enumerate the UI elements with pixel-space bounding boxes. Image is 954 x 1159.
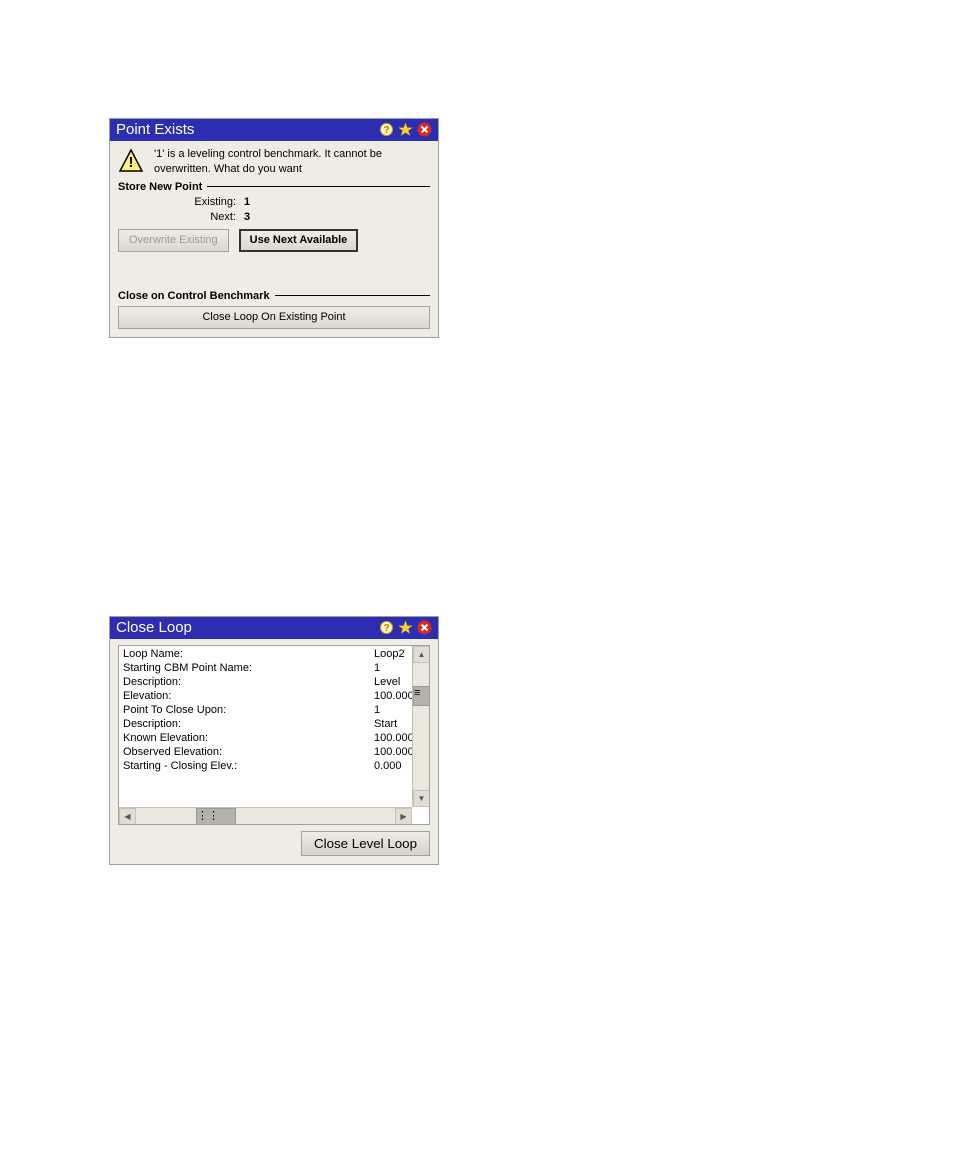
- row-label: Starting CBM Point Name:: [123, 662, 374, 674]
- close-icon[interactable]: [417, 620, 432, 635]
- row-label: Point To Close Upon:: [123, 704, 374, 716]
- close-loop-list: Loop Name:Loop2 Starting CBM Point Name:…: [118, 645, 430, 825]
- group-label: Store New Point: [118, 181, 202, 193]
- list-row: Observed Elevation:100.000: [123, 746, 429, 758]
- point-exists-dialog: Point Exists ? ! '1' is a leveling contr…: [109, 118, 439, 338]
- help-icon[interactable]: ?: [379, 122, 394, 137]
- list-row: Starting CBM Point Name:1: [123, 662, 429, 674]
- star-icon[interactable]: [398, 122, 413, 137]
- title-bar: Close Loop ?: [110, 617, 438, 639]
- dialog-title: Point Exists: [116, 121, 375, 138]
- scroll-thumb[interactable]: ≡: [413, 686, 430, 706]
- svg-text:?: ?: [383, 623, 389, 634]
- row-label: Description:: [123, 718, 374, 730]
- overwrite-existing-button: Overwrite Existing: [118, 229, 229, 252]
- horizontal-scrollbar[interactable]: ◀ ⋮⋮ ▶: [119, 807, 412, 824]
- warning-icon: !: [118, 147, 144, 175]
- close-icon[interactable]: [417, 122, 432, 137]
- close-loop-dialog: Close Loop ? Loop Name:Loop2 Starting CB…: [109, 616, 439, 865]
- svg-text:?: ?: [383, 125, 389, 136]
- next-value: 3: [244, 211, 250, 223]
- use-next-available-button[interactable]: Use Next Available: [239, 229, 359, 252]
- row-label: Loop Name:: [123, 648, 374, 660]
- star-icon[interactable]: [398, 620, 413, 635]
- scroll-right-icon[interactable]: ▶: [395, 808, 412, 825]
- scroll-thumb[interactable]: ⋮⋮: [196, 808, 236, 825]
- store-new-point-group: Store New Point: [118, 181, 430, 193]
- list-row: Starting - Closing Elev.:0.000: [123, 760, 429, 772]
- close-loop-existing-point-button[interactable]: Close Loop On Existing Point: [118, 306, 430, 329]
- list-row: Known Elevation:100.000: [123, 732, 429, 744]
- list-row: Loop Name:Loop2: [123, 648, 429, 660]
- dialog-body: Loop Name:Loop2 Starting CBM Point Name:…: [110, 639, 438, 864]
- list-row: Description:Level: [123, 676, 429, 688]
- help-icon[interactable]: ?: [379, 620, 394, 635]
- title-bar: Point Exists ?: [110, 119, 438, 141]
- vertical-scrollbar[interactable]: ▲ ≡ ▼: [412, 646, 429, 807]
- row-label: Description:: [123, 676, 374, 688]
- list-row: Point To Close Upon:1: [123, 704, 429, 716]
- dialog-body: ! '1' is a leveling control benchmark. I…: [110, 141, 438, 337]
- scroll-left-icon[interactable]: ◀: [119, 808, 136, 825]
- next-label: Next:: [168, 211, 236, 223]
- list-row: Description:Start: [123, 718, 429, 730]
- list-row: Elevation:100.000: [123, 690, 429, 702]
- group-label: Close on Control Benchmark: [118, 290, 270, 302]
- close-level-loop-button[interactable]: Close Level Loop: [301, 831, 430, 856]
- scroll-down-icon[interactable]: ▼: [413, 790, 430, 807]
- row-label: Elevation:: [123, 690, 374, 702]
- close-on-benchmark-group: Close on Control Benchmark: [118, 290, 430, 302]
- row-label: Starting - Closing Elev.:: [123, 760, 374, 772]
- dialog-title: Close Loop: [116, 619, 375, 636]
- scroll-up-icon[interactable]: ▲: [413, 646, 430, 663]
- existing-label: Existing:: [168, 196, 236, 208]
- svg-text:!: !: [129, 154, 134, 171]
- row-label: Known Elevation:: [123, 732, 374, 744]
- warning-message: '1' is a leveling control benchmark. It …: [154, 147, 430, 177]
- row-label: Observed Elevation:: [123, 746, 374, 758]
- existing-value: 1: [244, 196, 250, 208]
